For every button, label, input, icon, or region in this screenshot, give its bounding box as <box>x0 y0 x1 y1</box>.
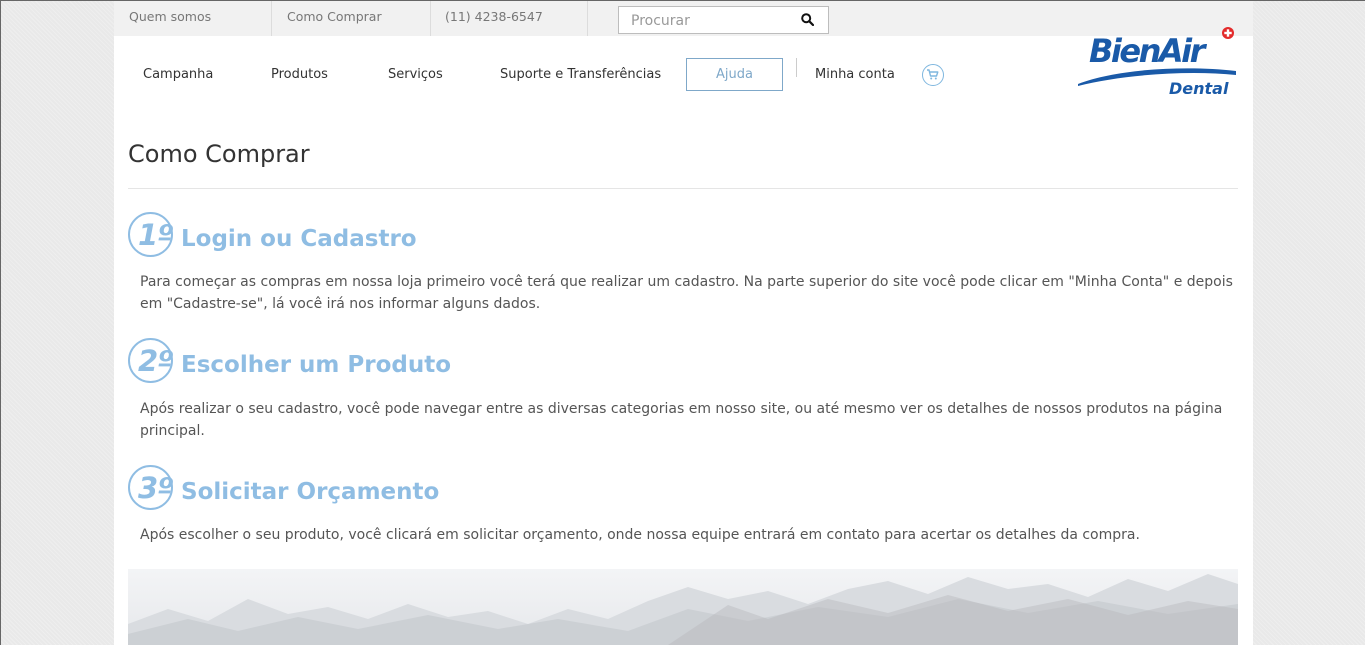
step-description: Para começar as compras em nossa loja pr… <box>140 274 1233 312</box>
step-title: Escolher um Produto <box>181 352 452 378</box>
step-description: Após realizar o seu cadastro, você pode … <box>140 401 1223 439</box>
top-bar-separator <box>587 1 588 36</box>
nav-item-ajuda[interactable]: Ajuda <box>686 58 783 91</box>
nav-item-minha-conta[interactable]: Minha conta <box>815 67 895 82</box>
search-input[interactable] <box>631 11 791 31</box>
page-title: Como Comprar <box>128 140 310 168</box>
step-number-badge: 2º <box>128 338 174 383</box>
search-icon[interactable] <box>801 13 814 26</box>
top-link-quem-somos[interactable]: Quem somos <box>129 1 211 36</box>
swiss-cross-icon <box>1222 27 1234 39</box>
step-description: Após escolher o seu produto, você clicar… <box>140 527 1140 543</box>
window-border-left <box>0 0 1 645</box>
step-number: 1º <box>138 218 174 252</box>
mountain-banner-image <box>128 569 1238 645</box>
phone-number: (11) 4238-6547 <box>445 9 543 24</box>
nav-item-produtos[interactable]: Produtos <box>271 67 328 82</box>
nav-item-suporte[interactable]: Suporte e Transferências <box>500 67 661 82</box>
bienair-logo[interactable]: BienAir Dental <box>1076 25 1236 100</box>
top-bar-separator <box>430 1 431 36</box>
nav-item-servicos[interactable]: Serviços <box>388 67 443 82</box>
page-container: Quem somos Como Comprar (11) 4238-6547 C… <box>114 1 1253 645</box>
step-number: 3º <box>138 471 174 505</box>
step-title: Solicitar Orçamento <box>181 479 440 505</box>
step-title: Login ou Cadastro <box>181 226 417 252</box>
cart-icon <box>927 69 939 80</box>
cart-button[interactable] <box>922 64 944 86</box>
step-number: 2º <box>138 344 174 378</box>
nav-item-campanha[interactable]: Campanha <box>143 67 213 82</box>
title-divider <box>128 188 1238 189</box>
logo-subtitle: Dental <box>1169 79 1229 98</box>
top-link-como-comprar[interactable]: Como Comprar <box>287 1 382 36</box>
nav-separator <box>796 58 797 77</box>
search-box <box>618 6 829 34</box>
top-bar-separator <box>271 1 272 36</box>
step-number-badge: 3º <box>128 465 174 510</box>
step-number-badge: 1º <box>128 212 174 257</box>
logo-wordmark: BienAir <box>1089 32 1208 70</box>
